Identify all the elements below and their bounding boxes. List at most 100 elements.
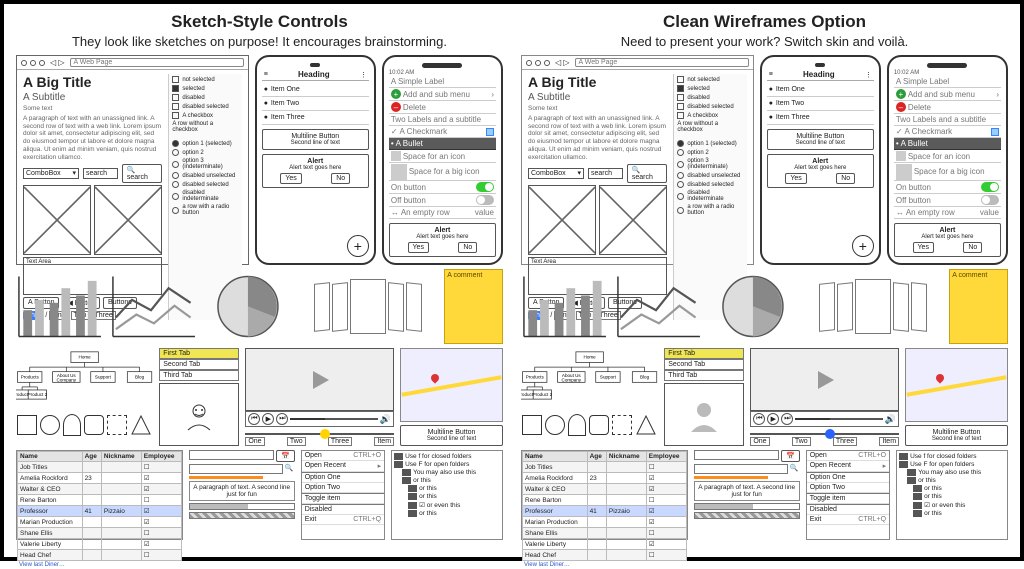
switch-on[interactable] <box>476 182 494 192</box>
volume-icon[interactable]: 🔊 <box>885 414 896 425</box>
map[interactable] <box>905 348 1008 422</box>
vertical-tabs[interactable]: First Tab Second Tab Third Tab <box>664 348 744 381</box>
tree-item[interactable]: or this <box>899 510 1005 518</box>
no-button[interactable]: No <box>963 242 982 253</box>
menu-item[interactable]: Open Recent▸ <box>302 461 384 472</box>
col-header[interactable]: Employee <box>646 452 686 462</box>
table-row[interactable]: Walter & CEO☑ <box>18 484 182 495</box>
coverflow[interactable] <box>298 269 439 344</box>
table-row[interactable]: Shane Ellis☐ <box>523 528 687 539</box>
menu-item[interactable]: ExitCTRL+Q <box>807 515 889 525</box>
multiline-button[interactable]: Multiline ButtonSecond line of text <box>400 425 503 446</box>
progress-slider[interactable] <box>795 418 882 420</box>
vertical-tabs[interactable]: First Tab Second Tab Third Tab <box>159 348 239 381</box>
list-row[interactable]: Space for a big icon <box>389 163 496 181</box>
menu-item[interactable]: Option One <box>302 473 384 483</box>
list-row[interactable]: •A Bullet <box>389 138 496 150</box>
data-table[interactable]: NameAgeNicknameEmployeeJob Titles☐Amelia… <box>16 450 183 540</box>
combobox[interactable]: ComboBox▾ <box>528 168 584 179</box>
url-bar[interactable]: A Web Page <box>575 58 749 67</box>
coverflow[interactable] <box>803 269 944 344</box>
table-row[interactable]: Job Titles☐ <box>18 462 182 473</box>
no-button[interactable]: No <box>458 242 477 253</box>
list-row[interactable]: +Add and sub menu› <box>894 88 1001 101</box>
table-row[interactable]: Marian Production☑ <box>523 517 687 528</box>
yes-button[interactable]: Yes <box>913 242 934 253</box>
tree-item[interactable]: Use f for closed folders <box>899 453 1005 461</box>
segmented[interactable]: OneTwoThreeItem <box>245 437 394 446</box>
col-header[interactable]: Name <box>523 452 588 462</box>
table-row[interactable]: Job Titles☐ <box>523 462 687 473</box>
search-button[interactable]: 🔍 search <box>122 164 162 183</box>
table-row[interactable]: Head Chef☐ <box>18 550 182 561</box>
menu-item[interactable]: OpenCTRL+O <box>807 451 889 461</box>
map[interactable] <box>400 348 503 422</box>
list-row[interactable]: –Delete <box>894 101 1001 114</box>
tree-item[interactable]: Use F for open folders <box>394 461 500 469</box>
menu-item[interactable]: Open Recent▸ <box>807 461 889 472</box>
context-menu[interactable]: OpenCTRL+OOpen Recent▸Option OneOption T… <box>806 450 890 540</box>
col-header[interactable]: Name <box>18 452 83 462</box>
fab-add[interactable]: + <box>852 235 874 257</box>
table-row[interactable]: Professor41Pizzaio☑ <box>18 506 182 517</box>
next-icon[interactable]: ⏭ <box>781 413 793 425</box>
play-icon[interactable]: ▶ <box>767 413 779 425</box>
table-row[interactable]: Marian Production☑ <box>18 517 182 528</box>
tree-item[interactable]: or this <box>394 510 500 518</box>
list-row[interactable]: •A Bullet <box>894 138 1001 150</box>
list-row[interactable]: Off button <box>389 194 496 207</box>
window-dot[interactable] <box>535 60 541 66</box>
context-menu[interactable]: OpenCTRL+OOpen Recent▸Option OneOption T… <box>301 450 385 540</box>
search-field[interactable] <box>694 464 788 474</box>
list-row[interactable]: A Simple Label <box>894 76 1001 88</box>
play-icon[interactable]: ▶ <box>262 413 274 425</box>
list-row[interactable]: Space for an icon <box>894 150 1001 163</box>
list-row[interactable]: –Delete <box>389 101 496 114</box>
list-item[interactable]: ●Item One <box>262 83 369 97</box>
table-row[interactable]: Amelia Rockford23☑ <box>18 473 182 484</box>
menu-item[interactable]: Disabled <box>302 505 384 515</box>
multiline-button[interactable]: Multiline Button Second line of text <box>262 129 369 150</box>
tree-item[interactable]: or this <box>899 485 1005 493</box>
tree-item[interactable]: ☑ or even this <box>899 501 1005 510</box>
tree-item[interactable]: or this <box>394 477 500 485</box>
sticky-note[interactable]: A comment <box>444 269 503 344</box>
multiline-button[interactable]: Multiline Button Second line of text <box>767 129 874 150</box>
no-button[interactable]: No <box>331 173 350 184</box>
list-item[interactable]: ●Item One <box>767 83 874 97</box>
col-header[interactable]: Nickname <box>606 452 646 462</box>
list-row[interactable]: ↔An empty rowvalue <box>894 207 1001 219</box>
video-player[interactable]: ⏮ ▶ ⏭ 🔊 OneTwoThreeItem <box>750 348 899 446</box>
menu-item[interactable]: Option Two <box>302 483 384 493</box>
window-dot[interactable] <box>30 60 36 66</box>
tree-view[interactable]: Use f for closed foldersUse F for open f… <box>896 450 1008 540</box>
no-button[interactable]: No <box>836 173 855 184</box>
table-row[interactable]: Professor41Pizzaio☑ <box>523 506 687 517</box>
window-dot[interactable] <box>544 60 550 66</box>
col-header[interactable]: Employee <box>141 452 181 462</box>
table-row[interactable]: Walter & CEO☑ <box>523 484 687 495</box>
kebab-icon[interactable]: ⋮ <box>865 71 872 79</box>
calendar-icon[interactable]: 📅 <box>276 450 295 462</box>
list-item[interactable]: ●Item Two <box>262 97 369 111</box>
menu-icon[interactable]: ≡ <box>264 71 268 78</box>
col-header[interactable]: Age <box>82 452 101 462</box>
table-row[interactable]: Rene Barton☐ <box>18 495 182 506</box>
tree-item[interactable]: You may also use this <box>899 469 1005 477</box>
table-row[interactable]: Head Chef☐ <box>523 550 687 561</box>
tree-item[interactable]: You may also use this <box>394 469 500 477</box>
list-item[interactable]: ●Item Three <box>262 111 369 125</box>
list-row[interactable]: On button <box>389 181 496 194</box>
calendar-icon[interactable]: 📅 <box>781 450 800 462</box>
prev-icon[interactable]: ⏮ <box>248 413 260 425</box>
list-row[interactable]: A Simple Label <box>389 76 496 88</box>
data-table[interactable]: NameAgeNicknameEmployeeJob Titles☐Amelia… <box>521 450 688 540</box>
list-row[interactable]: +Add and sub menu› <box>389 88 496 101</box>
list-row[interactable]: ↔An empty rowvalue <box>389 207 496 219</box>
menu-item[interactable]: Option Two <box>807 483 889 493</box>
volume-icon[interactable]: 🔊 <box>380 414 391 425</box>
combobox[interactable]: ComboBox▾ <box>23 168 79 179</box>
table-row[interactable]: Rene Barton☐ <box>523 495 687 506</box>
window-dot[interactable] <box>526 60 532 66</box>
col-header[interactable]: Nickname <box>101 452 141 462</box>
